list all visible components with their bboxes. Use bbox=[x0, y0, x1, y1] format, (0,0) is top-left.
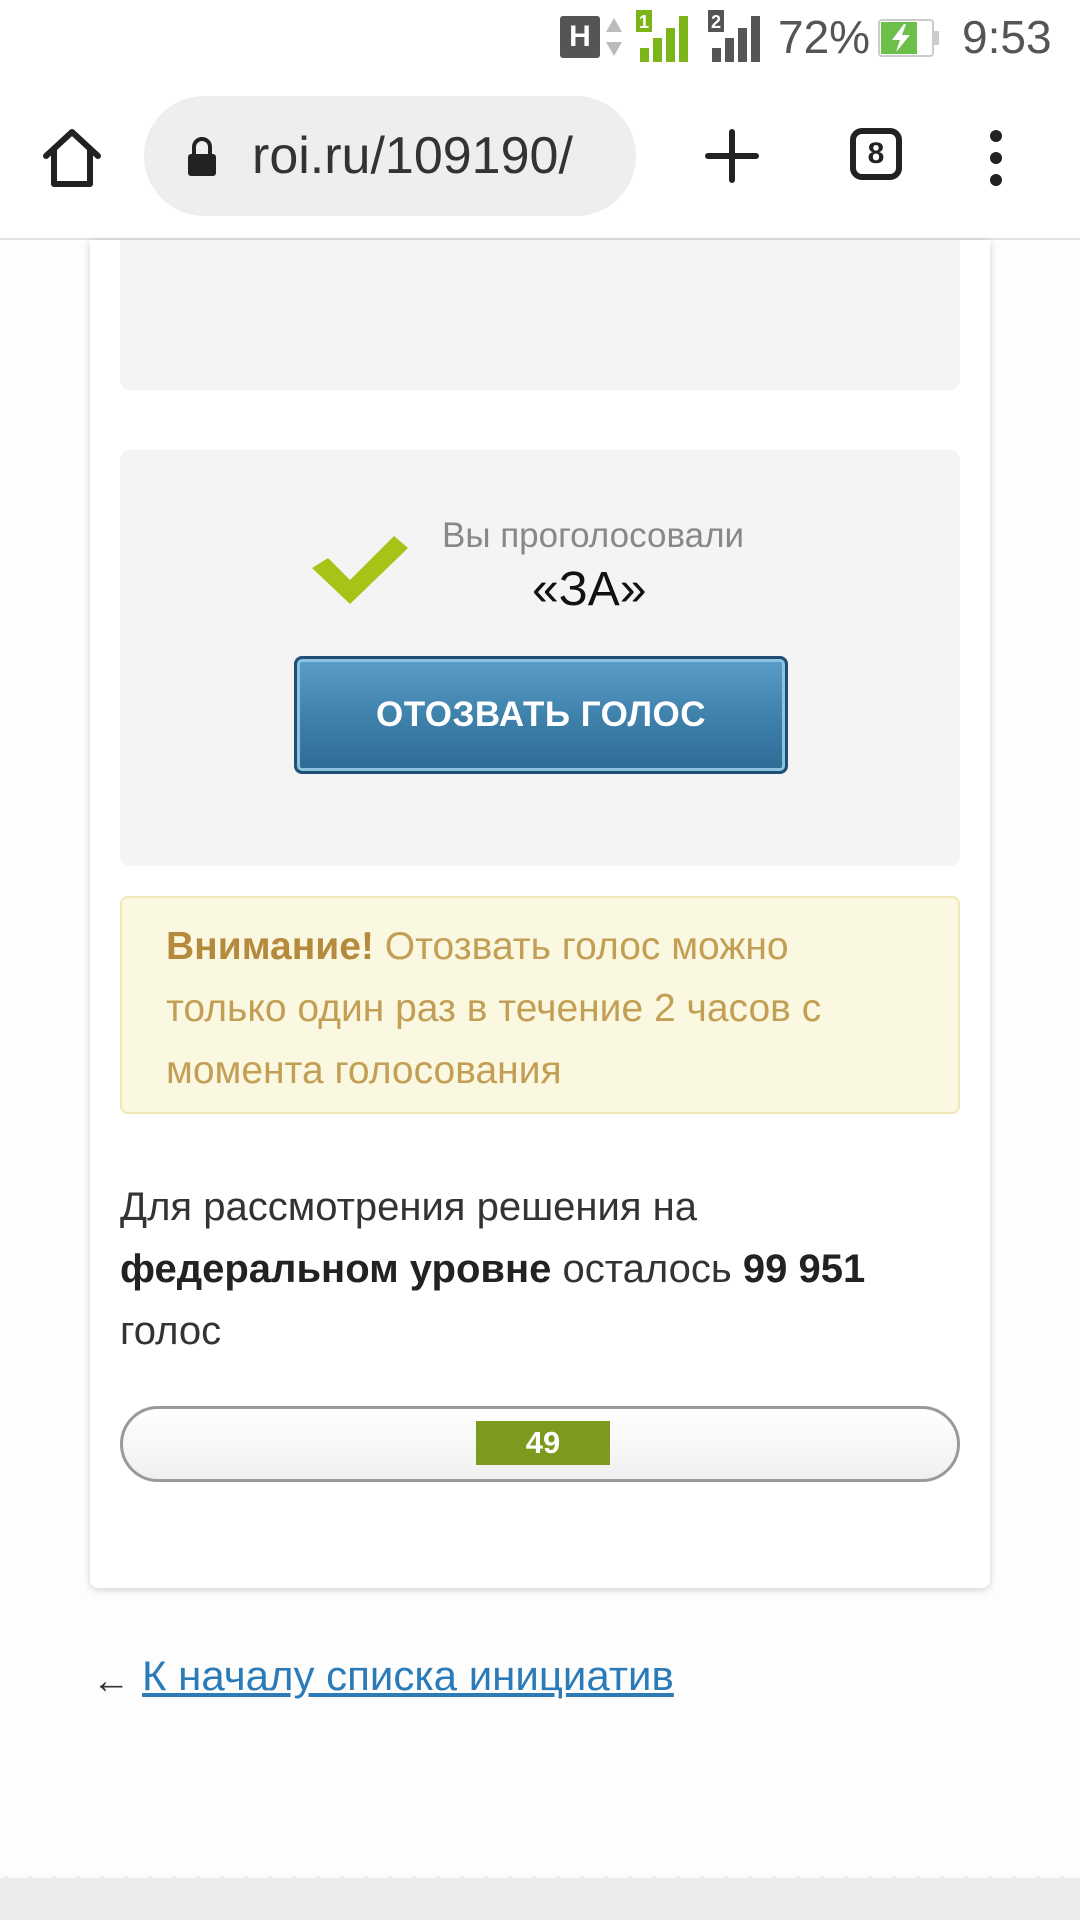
plus-icon[interactable] bbox=[704, 128, 760, 184]
url-text: roi.ru/109190/ bbox=[252, 127, 573, 185]
initiative-card: Вы проголосовали «ЗА» ОТОЗВАТЬ ГОЛОС Вни… bbox=[90, 240, 990, 1588]
more-vert-icon[interactable] bbox=[984, 126, 1008, 190]
vote-status-box: Вы проголосовали «ЗА» ОТОЗВАТЬ ГОЛОС bbox=[120, 450, 960, 866]
voted-label: Вы проголосовали bbox=[442, 516, 745, 555]
remaining-votes-text: Для рассмотрения решения на федеральном … bbox=[120, 1176, 940, 1362]
clock: 9:53 bbox=[962, 11, 1052, 63]
battery-percent: 72% bbox=[778, 11, 871, 63]
network-type-icon: H bbox=[560, 16, 600, 58]
sim1-label: 1 bbox=[639, 12, 649, 32]
warning-alert: Внимание! Отозвать голос можно только од… bbox=[120, 896, 960, 1114]
lock-icon bbox=[188, 137, 216, 176]
sim2-signal-icon: 2 bbox=[708, 10, 760, 62]
back-to-list-link[interactable]: К началу списка инициатив bbox=[142, 1652, 674, 1700]
revoke-vote-button[interactable]: ОТОЗВАТЬ ГОЛОС bbox=[294, 656, 788, 774]
remaining-count: 99 951 bbox=[742, 1247, 866, 1291]
browser-toolbar: roi.ru/109190/ 8 bbox=[0, 80, 1080, 240]
remaining-middle: осталось bbox=[551, 1247, 743, 1291]
data-activity-icon bbox=[606, 18, 622, 56]
remaining-suffix: голос bbox=[120, 1309, 222, 1353]
page-footer bbox=[0, 1878, 1080, 1920]
address-bar[interactable]: roi.ru/109190/ bbox=[144, 96, 636, 216]
vote-progress-bar: 49 bbox=[120, 1406, 960, 1482]
progress-count-label: 49 bbox=[476, 1421, 610, 1465]
tab-switcher-button[interactable]: 8 bbox=[850, 128, 902, 180]
sim1-signal-icon: 1 bbox=[636, 10, 688, 62]
voted-value: «ЗА» bbox=[532, 563, 647, 616]
sim2-label: 2 bbox=[711, 12, 721, 32]
content-box bbox=[120, 240, 960, 390]
remaining-level: федеральном уровне bbox=[120, 1247, 552, 1291]
warning-title: Внимание! bbox=[166, 925, 374, 968]
remaining-prefix: Для рассмотрения решения на bbox=[120, 1185, 697, 1229]
battery-charging-icon bbox=[878, 19, 939, 57]
arrow-left-icon: ← bbox=[92, 1660, 130, 1702]
status-bar: H 1 2 72% 9:53 bbox=[0, 0, 1080, 80]
checkmark-icon bbox=[312, 536, 408, 604]
home-icon[interactable] bbox=[40, 126, 104, 190]
